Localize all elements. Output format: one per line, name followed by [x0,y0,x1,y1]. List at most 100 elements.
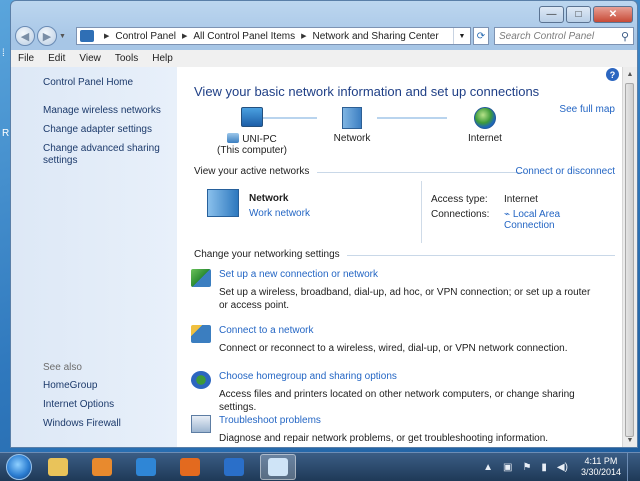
file-explorer-icon [48,458,68,476]
taskbar-app-explorer[interactable] [40,454,76,480]
content-area: Control Panel Home Manage wireless netwo… [11,67,637,447]
active-network-card: Network Work network Access type: Intern… [207,181,611,251]
menu-edit[interactable]: Edit [41,53,72,64]
recent-pages-dropdown-icon[interactable]: ▼ [59,33,66,40]
control-panel-home-link[interactable]: Control Panel Home [43,77,133,89]
internet-label: Internet [468,133,502,144]
show-hidden-icons-icon[interactable]: ▲ [483,462,493,473]
scroll-down-icon[interactable]: ▼ [623,433,637,447]
volume-icon[interactable]: ◀) [557,462,568,473]
task-pane: Control Panel Home Manage wireless netwo… [11,67,177,447]
media-player-icon [92,458,112,476]
close-button[interactable]: ✕ [593,6,633,23]
flag-icon[interactable]: ⚑ [522,462,531,473]
computer-name: UNI-PC [217,133,287,145]
taskbar-app-control-panel[interactable] [260,454,296,480]
map-node-computer[interactable]: UNI-PC (This computer) [217,107,287,156]
homegroup-sharing-link[interactable]: Choose homegroup and sharing options [219,371,599,382]
ethernet-icon: ⌁ [504,209,513,220]
breadcrumb-all-items[interactable]: All Control Panel Items [193,31,295,42]
show-desktop-button[interactable] [627,453,640,481]
network-icon [342,107,362,129]
see-full-map-link[interactable]: See full map [559,104,615,115]
search-input[interactable]: Search Control Panel ⚲ [494,27,634,45]
active-networks-title: View your active networks [194,166,310,177]
battery-icon[interactable]: ▮ [541,462,547,473]
back-button[interactable]: ◀ [15,26,35,46]
globe-icon [474,107,496,129]
network-map: UNI-PC (This computer) Network Internet [217,103,557,163]
scroll-up-icon[interactable]: ▲ [623,67,637,81]
menu-help[interactable]: Help [145,53,180,64]
search-icon[interactable]: ⚲ [621,30,629,43]
setup-connection-link[interactable]: Set up a new connection or network [219,269,599,280]
connect-network-desc: Connect or reconnect to a wireless, wire… [219,343,568,354]
task-homegroup: Choose homegroup and sharing options Acc… [191,371,599,414]
refresh-button[interactable]: ⟳ [473,27,489,45]
network-users-icon [227,133,240,143]
computer-icon [241,107,263,127]
setup-connection-desc: Set up a wireless, broadband, dial-up, a… [219,287,591,311]
refresh-icon: ⟳ [476,30,486,42]
change-advanced-sharing-link[interactable]: Change advanced sharing settings [43,143,163,167]
task-setup-connection: Set up a new connection or network Set u… [191,269,599,312]
scrollbar-thumb[interactable] [625,83,634,437]
access-type-value: Internet [504,194,538,205]
menu-tools[interactable]: Tools [108,53,145,64]
forward-arrow-icon: ▶ [42,30,52,43]
manage-wireless-link[interactable]: Manage wireless networks [43,105,161,117]
connect-or-disconnect-link[interactable]: Connect or disconnect [515,166,615,177]
maximize-button[interactable]: □ [566,6,591,23]
connections-label: Connections: [431,209,490,220]
homegroup-icon [191,371,211,389]
chevron-right-icon[interactable]: ▶ [182,32,187,40]
access-type-label: Access type: [431,194,488,205]
control-panel-icon [268,458,288,476]
connect-network-icon [191,325,211,343]
vertical-scrollbar[interactable]: ▲ ▼ [622,67,637,447]
vertical-divider [421,181,422,243]
network-tray-icon[interactable]: ▣ [503,462,512,473]
chevron-right-icon[interactable]: ▶ [104,32,109,40]
navigation-bar: ◀ ▶ ▼ ▶ Control Panel ▶ All Control Pane… [11,24,637,48]
network-sharing-window: — □ ✕ ◀ ▶ ▼ ▶ Control Panel ▶ All Contro… [10,0,638,448]
system-clock[interactable]: 4:11 PM 3/30/2014 [581,456,621,478]
taskbar-app-thunderbird[interactable] [216,454,252,480]
connect-network-link[interactable]: Connect to a network [219,325,599,336]
local-area-connection-link[interactable]: ⌁ Local Area Connection [504,209,611,231]
menu-view[interactable]: View [72,53,108,64]
taskbar-app-internet-explorer[interactable] [128,454,164,480]
windows-firewall-link[interactable]: Windows Firewall [43,418,121,430]
clock-time: 4:11 PM [584,456,618,466]
taskbar-app-firefox[interactable] [172,454,208,480]
help-icon[interactable]: ? [606,68,619,81]
map-connector-line [377,117,447,119]
desktop-icon-fragment[interactable]: ⁞ [2,48,5,59]
desktop-icon-label-fragment[interactable]: R [2,128,9,139]
forward-button[interactable]: ▶ [37,26,57,46]
start-button[interactable] [6,454,32,480]
breadcrumb-control-panel[interactable]: Control Panel [115,31,176,42]
back-arrow-icon: ◀ [20,30,30,43]
map-node-network[interactable]: Network [327,107,377,144]
homegroup-sharing-desc: Access files and printers located on oth… [219,389,575,413]
map-node-internet[interactable]: Internet [455,107,515,144]
troubleshoot-link[interactable]: Troubleshoot problems [219,415,599,426]
troubleshoot-icon [191,415,211,433]
internet-options-link[interactable]: Internet Options [43,399,114,411]
chevron-right-icon[interactable]: ▶ [301,32,306,40]
section-divider [317,172,525,173]
caption-buttons: — □ ✕ [537,6,633,23]
address-dropdown-icon[interactable]: ▼ [453,28,470,44]
notification-area: ▲ ▣ ⚑ ▮ ◀) 4:11 PM 3/30/2014 [478,453,640,481]
minimize-button[interactable]: — [539,6,564,23]
breadcrumb-network-sharing[interactable]: Network and Sharing Center [312,31,438,42]
active-network-name: Network [249,193,289,204]
taskbar-app-media-player[interactable] [84,454,120,480]
menu-file[interactable]: File [11,53,41,64]
network-type-link[interactable]: Work network [249,208,310,219]
address-bar[interactable]: ▶ Control Panel ▶ All Control Panel Item… [76,27,471,45]
change-adapter-link[interactable]: Change adapter settings [43,124,152,136]
task-troubleshoot: Troubleshoot problems Diagnose and repai… [191,415,599,445]
homegroup-link[interactable]: HomeGroup [43,380,97,392]
